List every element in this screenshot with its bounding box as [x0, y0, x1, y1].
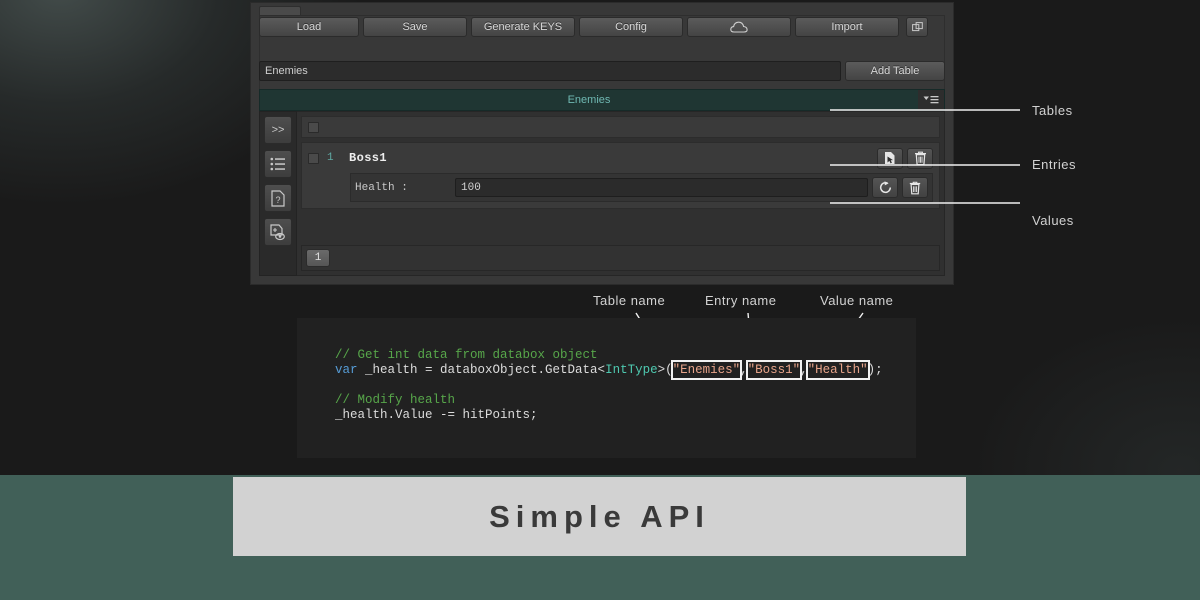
table-name-row: Add Table [259, 61, 945, 81]
dropdown-menu-icon [923, 96, 939, 104]
code-sep-2: , [800, 363, 808, 377]
config-button[interactable]: Config [579, 17, 683, 37]
callout-label-entry-name: Entry name [705, 293, 777, 308]
detach-window-button[interactable] [906, 17, 928, 37]
refresh-icon [879, 181, 891, 194]
detach-window-icon [911, 22, 923, 32]
toolbar: Load Save Generate KEYS Config Import [259, 17, 945, 37]
table-menu-button[interactable] [918, 90, 944, 110]
code-sep-1: , [740, 363, 748, 377]
callout-label-table-name: Table name [593, 293, 666, 308]
delete-value-button[interactable] [902, 177, 928, 198]
table-body: >> ? 1 Boss1 Health: 100 1 [259, 111, 945, 276]
callout-label-entries: Entries [1032, 157, 1076, 172]
table-header: Enemies [259, 89, 945, 111]
code-type-inttype: IntType [605, 363, 658, 377]
code-sample-block: // Get int data from databox object var … [297, 318, 916, 458]
svg-text:?: ? [275, 195, 280, 205]
help-button[interactable]: ? [264, 184, 292, 212]
reset-value-button[interactable] [872, 177, 898, 198]
value-row: Health : [350, 173, 933, 202]
preview-doc-icon [270, 223, 285, 240]
entry-name: Boss1 [349, 151, 388, 165]
page-button-1[interactable]: 1 [306, 249, 330, 267]
delete-entry-button[interactable] [907, 147, 933, 169]
code-comment-2: // Modify health [335, 393, 456, 407]
code-keyword-var: var [335, 363, 358, 377]
code-text: // Get int data from databox object var … [335, 348, 883, 423]
help-doc-icon: ? [271, 189, 285, 207]
entry-index: 1 [327, 152, 334, 164]
databox-editor-window: Load Save Generate KEYS Config Import Ad… [250, 2, 954, 285]
code-comment-1: // Get int data from databox object [335, 348, 598, 362]
duplicate-icon [885, 151, 895, 164]
window-tab-handle[interactable] [259, 6, 301, 15]
trash-icon [909, 181, 921, 194]
code-arg-table-name: "Enemies" [670, 360, 743, 380]
code-expression: _health = databoxObject.GetData< [357, 363, 606, 377]
entry-header: 1 Boss1 [308, 147, 933, 169]
value-label: Health : [355, 181, 408, 194]
code-arg-entry-name: "Boss1" [745, 360, 803, 380]
list-view-button[interactable] [264, 150, 292, 178]
callout-label-values: Values [1032, 213, 1074, 228]
pager: 1 [301, 245, 940, 271]
select-all-checkbox[interactable] [308, 121, 319, 133]
select-all-row[interactable] [301, 116, 940, 138]
callout-label-tables: Tables [1032, 103, 1073, 118]
callout-label-value-name: Value name [820, 293, 894, 308]
duplicate-entry-button[interactable] [877, 147, 903, 169]
footer-banner: Simple API [233, 477, 966, 556]
banner-title: Simple API [489, 498, 710, 534]
code-close-paren: ); [867, 363, 883, 377]
cloud-button[interactable] [687, 17, 791, 37]
save-button[interactable]: Save [363, 17, 467, 37]
code-open-paren: >( [657, 363, 673, 377]
add-table-button[interactable]: Add Table [845, 61, 945, 81]
generate-keys-button[interactable]: Generate KEYS [471, 17, 575, 37]
list-icon [270, 157, 285, 171]
entry-card: 1 Boss1 Health: 100 [301, 142, 940, 209]
preview-button[interactable] [264, 218, 292, 246]
value-input[interactable] [455, 178, 868, 197]
cloud-icon [730, 21, 748, 33]
side-rail: >> ? [259, 111, 297, 276]
table-title: Enemies [567, 94, 611, 106]
load-button[interactable]: Load [259, 17, 359, 37]
expand-button[interactable]: >> [264, 116, 292, 144]
trash-icon [914, 151, 926, 165]
import-button[interactable]: Import [795, 17, 899, 37]
entry-checkbox[interactable] [308, 152, 319, 164]
code-line-modify: _health.Value -= hitPoints; [335, 408, 538, 422]
rows-container: 1 Boss1 Health: 100 1 [297, 111, 945, 276]
table-name-input[interactable] [259, 61, 841, 81]
code-arg-value-name: "Health" [805, 360, 870, 380]
